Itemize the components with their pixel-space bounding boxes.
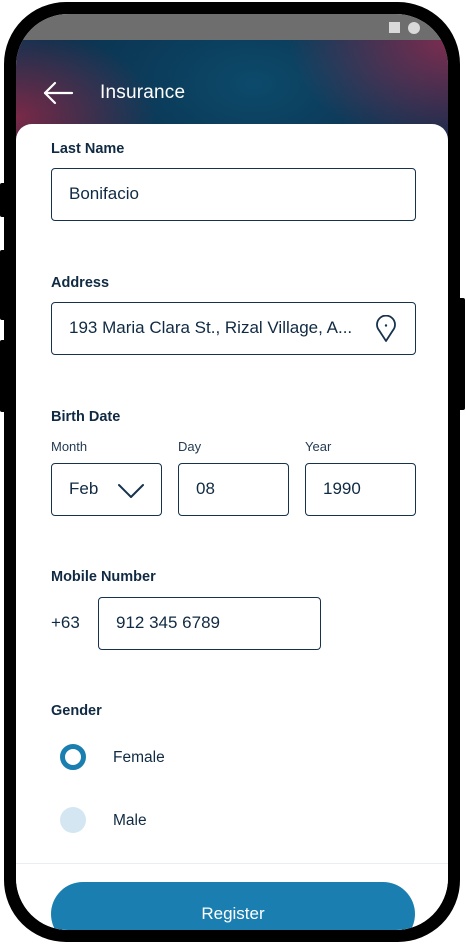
status-bar (16, 14, 448, 40)
year-value: 1990 (323, 479, 361, 498)
phone-frame: Insurance Last Name Bonifacio Address 19… (4, 2, 460, 942)
last-name-field[interactable]: Bonifacio (51, 168, 416, 221)
last-name-value: Bonifacio (69, 184, 139, 203)
chevron-down-icon (118, 484, 144, 498)
mobile-number-value: 912 345 6789 (116, 613, 220, 632)
divider (16, 863, 448, 864)
gender-label: Gender (51, 703, 102, 719)
address-value: 193 Maria Clara St., Rizal Village, A... (69, 318, 353, 337)
location-pin-icon[interactable] (375, 315, 397, 343)
gender-female-label[interactable]: Female (113, 749, 165, 767)
phone-screen: Insurance Last Name Bonifacio Address 19… (16, 14, 448, 930)
register-button[interactable]: Register (51, 882, 415, 930)
gender-female-radio[interactable] (60, 744, 86, 770)
day-label: Day (178, 439, 202, 454)
month-label: Month (51, 439, 88, 454)
form-card: Last Name Bonifacio Address 193 Maria Cl… (16, 124, 448, 930)
country-code-prefix: +63 (51, 613, 80, 632)
page-title: Insurance (100, 82, 186, 103)
month-select[interactable]: Feb (51, 463, 162, 516)
day-field[interactable]: 08 (178, 463, 289, 516)
month-value: Feb (69, 479, 99, 498)
arrow-left-icon[interactable] (42, 80, 74, 106)
square-icon (389, 22, 400, 33)
year-label: Year (305, 439, 332, 454)
address-label: Address (51, 275, 110, 291)
mobile-number-label: Mobile Number (51, 569, 156, 585)
page: Insurance Last Name Bonifacio Address 19… (0, 0, 466, 945)
day-value: 08 (196, 479, 215, 498)
last-name-label: Last Name (51, 141, 125, 157)
gender-male-label[interactable]: Male (113, 812, 147, 830)
gender-male-radio[interactable] (60, 807, 86, 833)
mobile-number-field[interactable]: 912 345 6789 (98, 597, 321, 650)
year-field[interactable]: 1990 (305, 463, 416, 516)
address-field[interactable]: 193 Maria Clara St., Rizal Village, A... (51, 302, 416, 355)
circle-icon (408, 22, 420, 34)
triangle-icon (432, 21, 440, 33)
birth-date-label: Birth Date (51, 409, 121, 425)
